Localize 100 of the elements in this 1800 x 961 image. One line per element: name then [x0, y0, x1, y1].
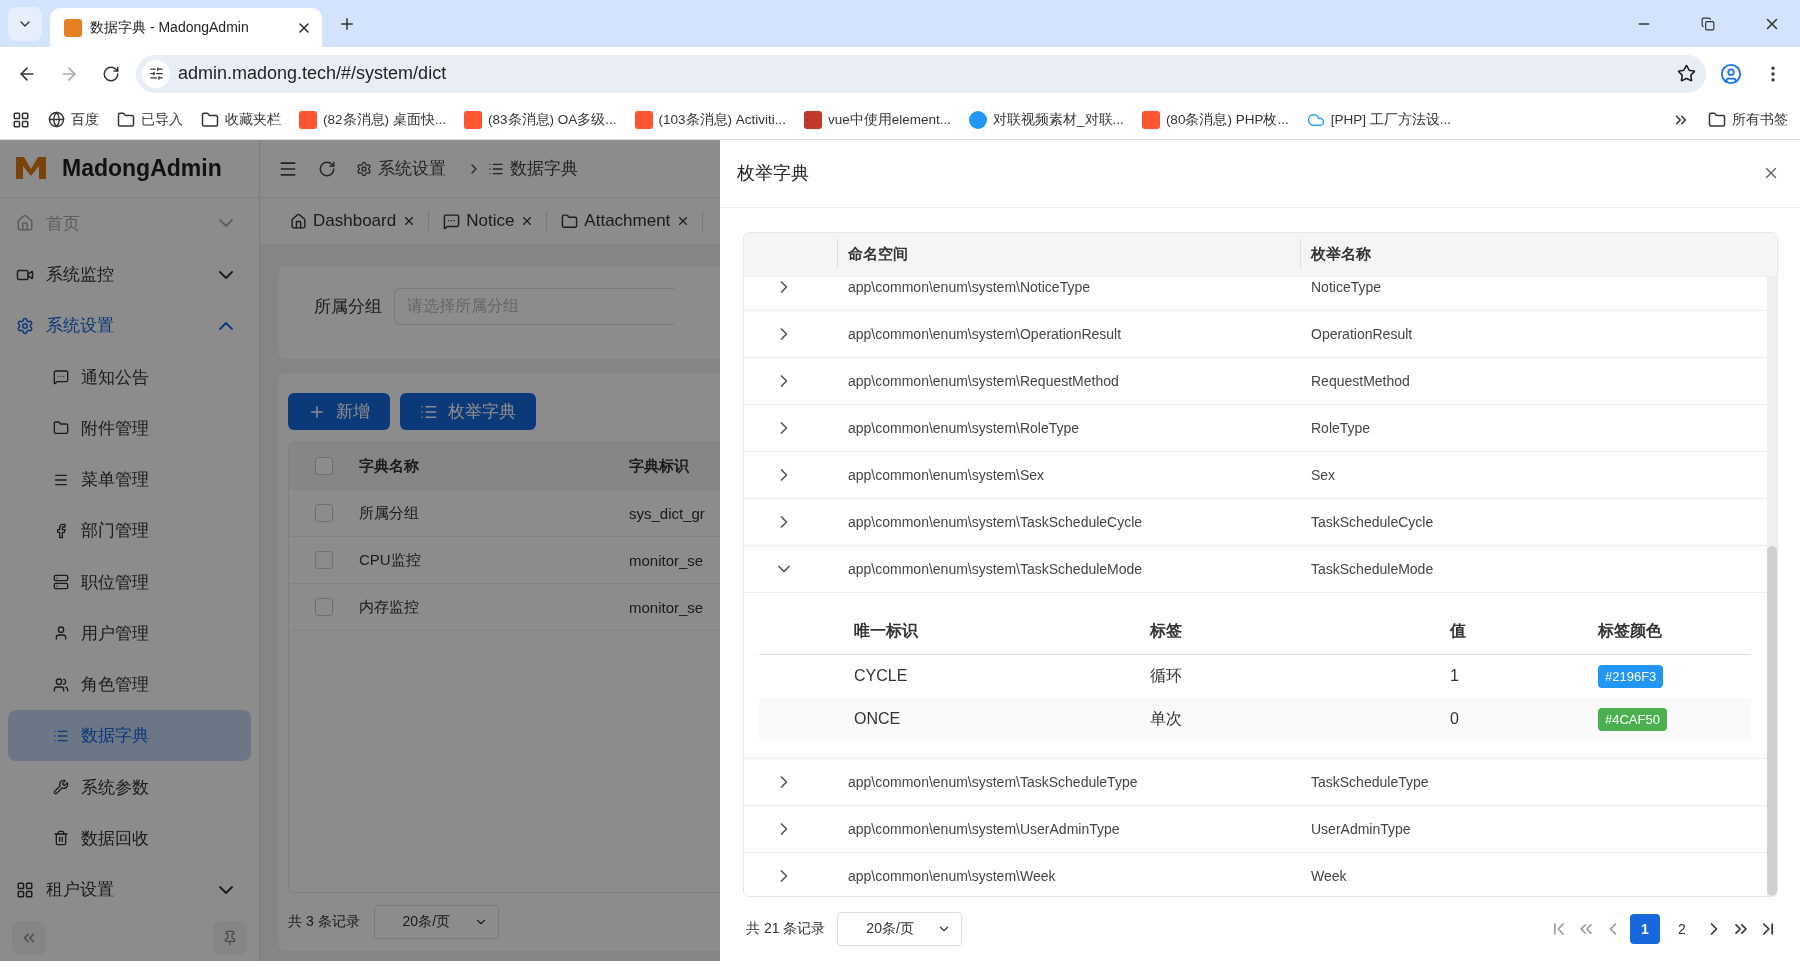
table-cell: app\common\enum\system\NoticeType — [848, 278, 1090, 295]
column-header: 命名空间 — [837, 239, 1300, 270]
table-cell: app\common\enum\system\RoleType — [848, 419, 1080, 436]
menu-item[interactable]: 用户管理 — [8, 607, 251, 659]
color-tag: #2196F3 — [1598, 664, 1664, 688]
favicon-icon — [64, 18, 82, 37]
select-all-checkbox[interactable] — [315, 457, 333, 475]
bookmark-link[interactable]: (80条消息) PHP枚... — [1165, 110, 1289, 129]
chat-icon — [53, 369, 69, 386]
action-button[interactable]: 枚举字典 — [400, 393, 536, 430]
bookmark-link[interactable]: vue中使用element... — [828, 110, 952, 129]
color-tag: #4CAF50 — [1598, 707, 1667, 731]
bookmark-link[interactable]: 所有书签 — [1732, 110, 1788, 129]
bookmark-link[interactable]: (82条消息) 桌面快... — [323, 110, 446, 129]
table-cell: Week — [1311, 867, 1347, 884]
row-checkbox[interactable] — [315, 551, 333, 569]
settings-icon — [356, 160, 372, 177]
home-icon — [290, 212, 307, 230]
table-cell: CYCLE — [854, 667, 908, 686]
logo-icon — [1141, 110, 1160, 129]
field-label: 所属分组 — [314, 296, 382, 318]
logo-icon — [299, 110, 317, 129]
url-text: admin.madong.tech/#/system/dict — [178, 63, 447, 84]
column-header: 字典标识 — [629, 456, 689, 476]
table-cell: monitor_se — [629, 551, 704, 569]
table-cell-text: 循环 — [1150, 665, 1182, 686]
bookmark-link[interactable]: 收藏夹栏 — [225, 110, 281, 129]
chat-icon — [443, 212, 461, 230]
column-header: 枚举名称 — [1300, 239, 1765, 270]
table-cell: CPU监控 — [359, 550, 421, 570]
page-size-select[interactable]: 20条/页 — [373, 905, 499, 939]
drawer-title: 枚举字典 — [737, 162, 809, 186]
menu-group[interactable]: 租户设置 — [0, 863, 259, 916]
record-count: 共 3 条记录 — [288, 913, 360, 931]
user-icon — [53, 625, 69, 642]
profile-icon[interactable] — [1720, 62, 1742, 85]
bookmark-link[interactable]: [PHP] 工厂方法设... — [1330, 110, 1451, 129]
breadcrumb-item[interactable]: 系统设置 — [378, 157, 446, 180]
table-cell: 1 — [1450, 667, 1459, 686]
browser-tab[interactable]: 数据字典 - MadongAdmin — [50, 8, 322, 47]
logo-icon — [634, 110, 653, 129]
page-tab[interactable]: Notice — [443, 211, 548, 231]
tab-label: Dashboard — [313, 211, 397, 231]
wrench-icon — [53, 779, 69, 796]
menu-item[interactable]: 系统参数 — [8, 761, 251, 813]
row-checkbox[interactable] — [315, 504, 333, 522]
table-cell: sys_dict_gr — [629, 504, 705, 522]
row-checkbox[interactable] — [315, 598, 333, 616]
menu-item[interactable]: 通知公告 — [8, 351, 251, 403]
page-tab[interactable]: Attachment — [561, 211, 704, 231]
restore-icon[interactable] — [1701, 16, 1715, 31]
refresh-icon[interactable] — [318, 159, 336, 178]
grid-icon — [16, 880, 34, 899]
column-header: 唯一标识 — [854, 621, 918, 642]
bookmark-link[interactable]: 已导入 — [141, 110, 183, 129]
table-cell: app\common\enum\system\TaskScheduleType — [848, 773, 1138, 790]
menu-item[interactable]: 部门管理 — [8, 505, 251, 557]
chevron-icon — [219, 321, 233, 330]
menu-item[interactable]: 菜单管理 — [8, 453, 251, 506]
table-cell: 所属分组 — [359, 503, 419, 523]
action-button[interactable]: 新增 — [288, 393, 390, 430]
table-cell: 0 — [1450, 710, 1459, 729]
page-size-select[interactable]: 20条/页 — [837, 912, 963, 947]
bookmark-link[interactable]: (83条消息) OA多级... — [488, 110, 617, 129]
table-cell: app\common\enum\system\UserAdminType — [848, 820, 1120, 837]
address-bar[interactable]: admin.madong.tech/#/system/dict — [136, 54, 1706, 93]
table-cell: monitor_se — [629, 598, 704, 616]
chevron-icon — [219, 885, 233, 894]
table-cell: app\common\enum\system\OperationResult — [848, 325, 1122, 342]
table-cell: app\common\enum\system\Week — [848, 867, 1056, 884]
reload-icon[interactable] — [102, 64, 120, 83]
home-icon — [16, 214, 34, 233]
tab-label: Notice — [466, 211, 515, 231]
page-tab[interactable]: Dashboard — [290, 211, 430, 231]
column-header: 值 — [1450, 621, 1466, 642]
site-info-icon[interactable] — [148, 66, 164, 81]
bookmark-link[interactable]: (103条消息) Activiti... — [658, 110, 787, 129]
table-cell: TaskScheduleMode — [1311, 560, 1434, 577]
table-cell: 内存监控 — [359, 597, 419, 617]
table-cell: app\common\enum\system\TaskScheduleMode — [848, 560, 1143, 577]
menu-group[interactable]: 系统设置 — [0, 300, 259, 352]
table-cell: ONCE — [854, 710, 901, 729]
logo-icon — [464, 110, 482, 129]
apps-icon[interactable] — [12, 110, 30, 129]
column-header: 标签颜色 — [1598, 621, 1662, 642]
menu-item[interactable]: 职位管理 — [8, 556, 251, 608]
menu-item[interactable]: 附件管理 — [8, 402, 251, 454]
bookmark-link[interactable]: 百度 — [71, 110, 99, 129]
table-cell: RoleType — [1311, 419, 1371, 436]
bookmark-star-icon[interactable] — [1677, 64, 1696, 83]
breadcrumb-item[interactable]: 数据字典 — [510, 157, 578, 180]
page-button[interactable]: 2 — [1667, 914, 1697, 945]
page-button[interactable]: 1 — [1630, 914, 1660, 945]
folder-icon — [53, 420, 69, 437]
menu-item[interactable]: 角色管理 — [8, 658, 251, 711]
menu-item[interactable]: 数据回收 — [8, 812, 251, 864]
folder-icon — [561, 212, 579, 230]
app-name: MadongAdmin — [62, 154, 222, 182]
bookmark-link[interactable]: 对联视频素材_对联... — [993, 110, 1124, 129]
menu-group[interactable]: 系统监控 — [0, 248, 259, 301]
